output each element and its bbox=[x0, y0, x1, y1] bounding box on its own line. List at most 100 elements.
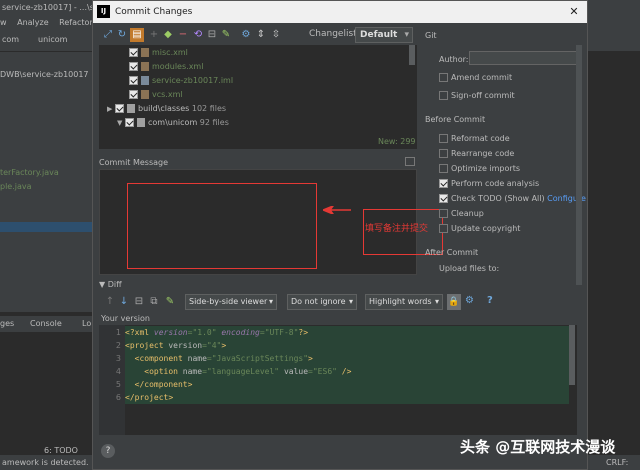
signoff-label: Sign-off commit bbox=[451, 91, 515, 100]
chevron-down-icon[interactable]: ▼ bbox=[99, 280, 108, 289]
folder-count: 102 files bbox=[191, 104, 227, 113]
changelist-select[interactable]: Default ▾ bbox=[355, 27, 413, 43]
tree-scrollbar[interactable] bbox=[409, 45, 415, 65]
expand-all-icon[interactable]: ⇕ bbox=[254, 28, 268, 42]
options-scrollbar[interactable] bbox=[576, 45, 582, 285]
analysis-checkbox[interactable] bbox=[439, 179, 448, 188]
code-scrollbar[interactable] bbox=[569, 325, 575, 385]
move-icon[interactable]: ◆ bbox=[161, 28, 175, 42]
chevron-down-icon: ▾ bbox=[268, 297, 273, 306]
tree-file-row[interactable]: misc.xml bbox=[129, 46, 188, 60]
file-checkbox[interactable] bbox=[129, 62, 138, 71]
edit-source-icon[interactable]: ✎ bbox=[163, 295, 177, 309]
ide-crumb-com[interactable]: com bbox=[2, 35, 19, 44]
amend-checkbox[interactable] bbox=[439, 73, 448, 82]
message-history-icon[interactable] bbox=[405, 157, 415, 166]
remove-icon[interactable]: − bbox=[176, 28, 190, 42]
chevron-down-icon[interactable]: ▼ bbox=[117, 116, 125, 130]
history-icon[interactable]: ✎ bbox=[219, 28, 233, 42]
changelist-label: Changelist: bbox=[309, 29, 360, 39]
diff-label-text: Diff bbox=[107, 280, 122, 289]
tab-console[interactable]: Console bbox=[30, 319, 62, 328]
amend-option[interactable]: Amend commit bbox=[439, 71, 512, 85]
compare-icon[interactable]: ⊟ bbox=[132, 295, 146, 309]
author-label: Author: bbox=[439, 55, 469, 64]
line-number: 2 bbox=[115, 341, 121, 350]
add-icon[interactable]: + bbox=[147, 28, 161, 42]
menu-analyze[interactable]: Analyze bbox=[17, 18, 49, 27]
lock-icon[interactable]: 🔒 bbox=[447, 294, 461, 310]
changes-tree: misc.xml modules.xml service-zb10017.iml… bbox=[99, 45, 417, 149]
menu-w[interactable]: w bbox=[0, 18, 7, 27]
settings-icon[interactable]: ⚙ bbox=[239, 28, 253, 42]
settings-icon[interactable]: ⚙ bbox=[465, 295, 474, 306]
ide-selected-row bbox=[0, 222, 95, 232]
chevron-right-icon[interactable]: ▶ bbox=[107, 102, 115, 116]
file-checkbox[interactable] bbox=[129, 90, 138, 99]
line-number: 3 bbox=[115, 354, 121, 363]
reformat-option[interactable]: Reformat code bbox=[439, 132, 510, 146]
ide-file-1[interactable]: terFactory.java bbox=[0, 168, 59, 177]
signoff-option[interactable]: Sign-off commit bbox=[439, 89, 515, 103]
folder-icon bbox=[137, 118, 145, 127]
status-todo[interactable]: 6: TODO bbox=[44, 443, 78, 458]
ide-file-2[interactable]: ple.java bbox=[0, 182, 32, 191]
next-diff-icon[interactable]: ↓ bbox=[117, 295, 131, 309]
code-line: <component name="JavaScriptSettings"> bbox=[125, 352, 569, 365]
close-icon[interactable]: ✕ bbox=[561, 1, 587, 23]
cleanup-checkbox[interactable] bbox=[439, 209, 448, 218]
cleanup-option[interactable]: Cleanup bbox=[439, 207, 484, 221]
copyright-option[interactable]: Update copyright bbox=[439, 222, 520, 236]
chevron-down-icon: ▾ bbox=[404, 30, 409, 40]
tree-file-row[interactable]: vcs.xml bbox=[129, 88, 183, 102]
line-number: 4 bbox=[115, 367, 121, 376]
tree-folder-row[interactable]: ▼ com\unicom 92 files bbox=[117, 116, 229, 130]
tree-folder-row[interactable]: ▶ build\classes 102 files bbox=[107, 102, 226, 116]
optimize-option[interactable]: Optimize imports bbox=[439, 162, 520, 176]
optimize-label: Optimize imports bbox=[451, 164, 520, 173]
ide-path: DWB\service-zb10017 bbox=[0, 70, 89, 79]
file-checkbox[interactable] bbox=[129, 76, 138, 85]
folder-checkbox[interactable] bbox=[125, 118, 134, 127]
prev-diff-icon[interactable]: ↑ bbox=[103, 295, 117, 309]
rearrange-checkbox[interactable] bbox=[439, 149, 448, 158]
revert-icon[interactable]: ⟲ bbox=[191, 28, 205, 42]
viewer-select[interactable]: Side-by-side viewer ▾ bbox=[185, 294, 277, 310]
file-checkbox[interactable] bbox=[129, 48, 138, 57]
copy-icon[interactable]: ⧉ bbox=[147, 295, 161, 309]
tree-file-row[interactable]: service-zb10017.iml bbox=[129, 74, 233, 88]
collapse-all-icon[interactable]: ⇳ bbox=[269, 28, 283, 42]
tree-file-row[interactable]: modules.xml bbox=[129, 60, 203, 74]
shelve-icon[interactable]: ⊟ bbox=[205, 28, 219, 42]
xml-file-icon bbox=[141, 62, 149, 71]
optimize-checkbox[interactable] bbox=[439, 164, 448, 173]
todo-option[interactable]: Check TODO (Show All) Configure bbox=[439, 192, 586, 206]
ignore-select[interactable]: Do not ignore ▾ bbox=[287, 294, 357, 310]
line-number: 6 bbox=[115, 393, 121, 402]
help-button[interactable]: ? bbox=[101, 444, 115, 458]
reformat-checkbox[interactable] bbox=[439, 134, 448, 143]
diff-code-view[interactable]: 1 <?xml version="1.0" encoding="UTF-8"?>… bbox=[99, 325, 577, 435]
group-icon[interactable]: ▤ bbox=[130, 28, 144, 42]
tab-changes[interactable]: ges bbox=[0, 319, 14, 328]
help-icon[interactable]: ? bbox=[487, 295, 493, 306]
code-line: <option name="languageLevel" value="ES6"… bbox=[125, 365, 569, 378]
author-input[interactable] bbox=[469, 51, 577, 65]
diff-icon[interactable]: ⤢ bbox=[101, 28, 115, 42]
code-line: </component> bbox=[125, 378, 569, 391]
menu-refactor[interactable]: Refactor bbox=[59, 18, 93, 27]
copyright-checkbox[interactable] bbox=[439, 224, 448, 233]
highlight-select[interactable]: Highlight words ▾ bbox=[365, 294, 443, 310]
file-name: vcs.xml bbox=[152, 90, 183, 99]
rearrange-option[interactable]: Rearrange code bbox=[439, 147, 514, 161]
folder-checkbox[interactable] bbox=[115, 104, 124, 113]
analysis-option[interactable]: Perform code analysis bbox=[439, 177, 539, 191]
ide-crumb-unicom[interactable]: unicom bbox=[38, 35, 67, 44]
annotation-highlight-box bbox=[127, 183, 317, 269]
tab-log[interactable]: Lo bbox=[82, 319, 91, 328]
signoff-checkbox[interactable] bbox=[439, 91, 448, 100]
status-line-ending[interactable]: CRLF: bbox=[606, 455, 628, 470]
new-files-count: New: 299 bbox=[378, 137, 416, 146]
refresh-icon[interactable]: ↻ bbox=[115, 28, 129, 42]
todo-checkbox[interactable] bbox=[439, 194, 448, 203]
